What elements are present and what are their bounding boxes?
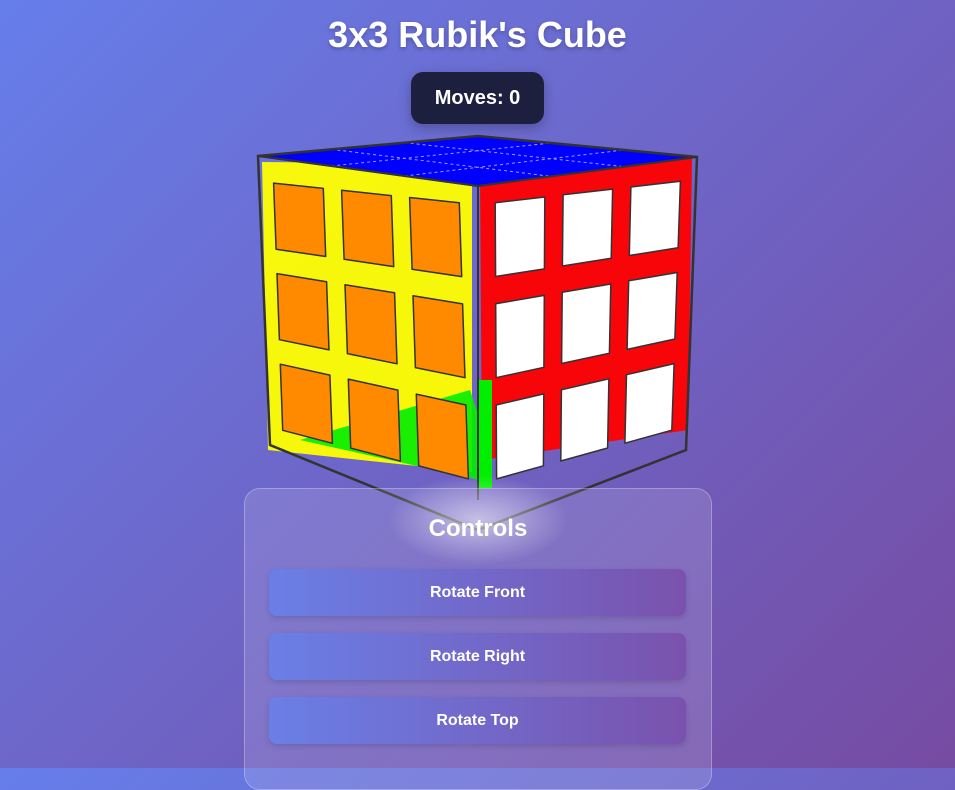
cube-sticker-front [344,283,398,365]
cube-sticker-right [628,180,682,257]
cube-sticker-front [408,196,463,278]
cube-sticker-front [279,363,334,445]
cube-sticker-right [494,196,546,278]
cube-sticker-front [415,393,470,480]
cube-sticker-front [412,295,466,379]
cube-sticker-front [272,182,327,258]
rotate-top-button[interactable]: Rotate Top [269,697,686,744]
controls-title: Controls [428,515,528,542]
cube-sticker-front [347,378,402,462]
controls-panel: Controls Rotate Front Rotate Right Rotat… [244,488,712,790]
cube-sticker-right [495,393,545,480]
rotate-right-button[interactable]: Rotate Right [269,633,686,680]
rotate-front-button[interactable]: Rotate Front [269,569,686,616]
cube-sticker-right [494,294,546,379]
cube-sticker-right [624,362,675,444]
cube-inner-green-edge [478,380,492,488]
cube-sticker-front [276,272,330,351]
cube-sticker-right [560,378,610,462]
cube-sticker-right [626,271,678,351]
cube-sticker-right [561,188,614,267]
cube-sticker-front [340,189,395,268]
cube-sticker-right [560,283,612,365]
